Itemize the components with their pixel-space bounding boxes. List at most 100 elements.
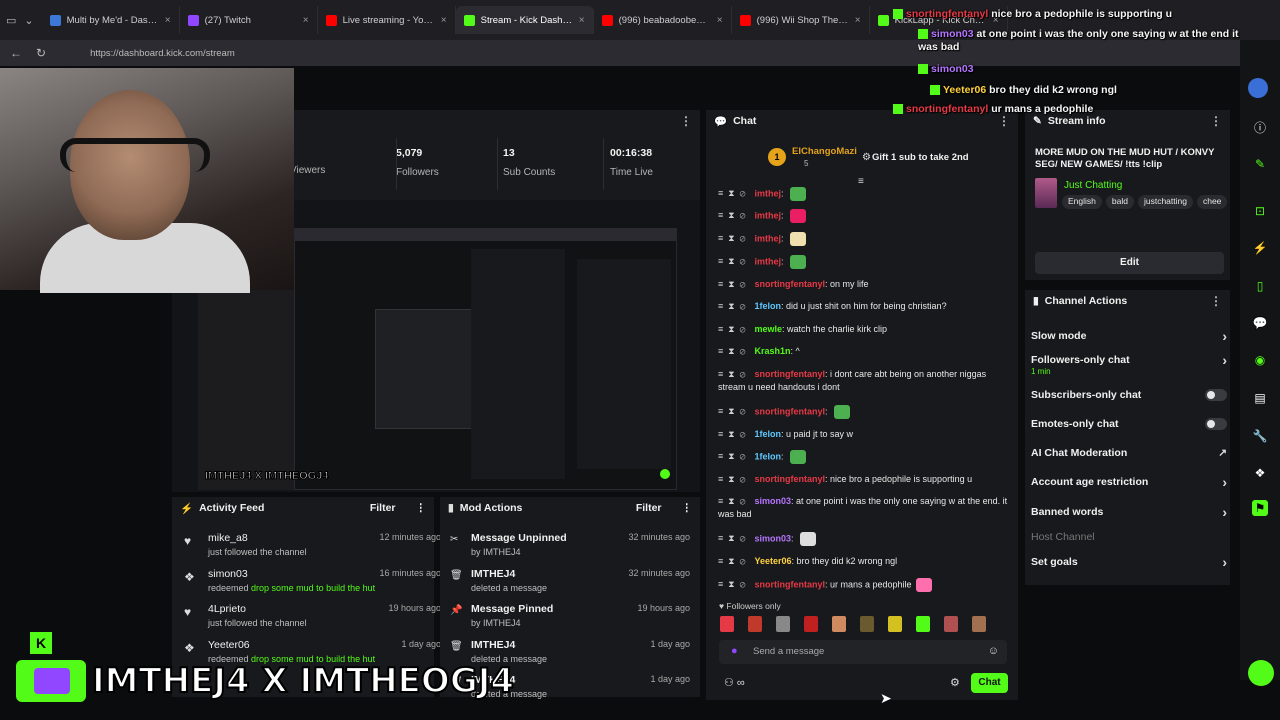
channel-action-item[interactable]: Emotes-only chat xyxy=(1031,418,1227,430)
chat-username[interactable]: snortingfentanyl xyxy=(754,579,825,589)
tab-close-icon[interactable]: × xyxy=(165,15,171,26)
emoji-icon[interactable]: ☺ xyxy=(988,645,999,657)
chat-username[interactable]: snortingfentanyl xyxy=(754,474,825,484)
chevron-right-icon[interactable]: › xyxy=(1222,554,1227,570)
channel-action-item[interactable]: Followers-only chat 1 min › xyxy=(1031,352,1227,376)
chat-message[interactable]: ≡⧗⊘ Krash1n: ^ xyxy=(718,345,1008,358)
mod-tools-icon[interactable]: ≡⧗⊘ xyxy=(718,579,750,589)
chat-message[interactable]: ≡⧗⊘ mewle: watch the charlie kirk clip xyxy=(718,323,1008,336)
chevron-right-icon[interactable]: › xyxy=(1222,352,1227,368)
mod-tools-icon[interactable]: ≡⧗⊘ xyxy=(718,406,750,416)
chat-message[interactable]: ≡⧗⊘ snortingfentanyl: ur mans a pedophile xyxy=(718,578,1008,592)
mod-tools-icon[interactable]: ≡⧗⊘ xyxy=(718,188,750,198)
stream-tag[interactable]: bald xyxy=(1105,195,1134,209)
channel-action-item[interactable]: Set goals › xyxy=(1031,554,1227,570)
chat-message[interactable]: ≡⧗⊘ imthej: xyxy=(718,209,1008,223)
mod-menu-icon[interactable]: ⋮ xyxy=(682,502,693,514)
account-avatar[interactable] xyxy=(1248,78,1268,98)
stats-menu-icon[interactable]: ⋮ xyxy=(680,114,692,128)
channel-action-item[interactable]: Slow mode › xyxy=(1031,328,1227,344)
activity-item[interactable]: ❖ simon03 redeemed drop some mud to build … xyxy=(184,568,441,593)
chat-message[interactable]: ≡⧗⊘ Yeeter06: bro they did k2 wrong ngl xyxy=(718,555,1008,568)
browser-tab[interactable]: Live streaming - YouTube St × xyxy=(318,6,456,34)
chat-username[interactable]: simon03 xyxy=(754,496,791,506)
follower-emote-icon[interactable] xyxy=(916,616,930,632)
chat-username[interactable]: imthej xyxy=(754,188,781,198)
chat-menu-icon[interactable]: ⋮ xyxy=(998,114,1010,128)
activity-item[interactable]: ♥ 4Lprieto just followed the channel 19 hou… xyxy=(184,603,441,628)
chat-username[interactable]: 1felon xyxy=(754,451,781,461)
reload-icon[interactable]: ↻ xyxy=(36,46,46,60)
follower-emote-icon[interactable] xyxy=(832,616,846,632)
mod-tools-icon[interactable]: ≡⧗⊘ xyxy=(718,233,750,243)
follower-emote-icon[interactable] xyxy=(776,616,790,632)
stream-tag[interactable]: chee xyxy=(1196,195,1227,209)
chat-message[interactable]: ≡⧗⊘ 1felon: did u just shit on him for be… xyxy=(718,300,1008,313)
channel-action-item[interactable]: Account age restriction › xyxy=(1031,474,1227,490)
browser-tab[interactable]: Multi by Me'd - Dashboard × xyxy=(42,6,180,34)
mod-tools-icon[interactable]: ≡⧗⊘ xyxy=(718,210,750,220)
category-thumbnail[interactable] xyxy=(1035,178,1057,208)
chat-username[interactable]: Yeeter06 xyxy=(754,556,791,566)
chat-message[interactable]: ≡⧗⊘ snortingfentanyl: nice bro a pedophil… xyxy=(718,473,1008,486)
stream-tag[interactable]: justchatting xyxy=(1137,195,1193,209)
follower-emote-icon[interactable] xyxy=(804,616,818,632)
tab-list-icon[interactable]: ⌄ xyxy=(24,14,33,27)
chat-input[interactable]: ● Send a message ☺ xyxy=(719,640,1007,664)
chat-message[interactable]: ≡⧗⊘ imthej: xyxy=(718,187,1008,201)
tab-close-icon[interactable]: × xyxy=(717,15,723,26)
chat-username[interactable]: mewle xyxy=(754,324,782,334)
chat-username[interactable]: imthej xyxy=(754,233,781,243)
chevron-right-icon[interactable]: › xyxy=(1222,504,1227,520)
channel-action-item[interactable]: Banned words › xyxy=(1031,504,1227,520)
category-name[interactable]: Just Chatting xyxy=(1064,180,1122,191)
chat-message[interactable]: ≡⧗⊘ snortingfentanyl: i dont care abt bei… xyxy=(718,368,1008,394)
microphone-icon[interactable]: ● xyxy=(731,645,738,657)
chat-send-button[interactable]: Chat xyxy=(971,673,1008,693)
stream-tag[interactable]: English xyxy=(1062,195,1102,209)
chat-username[interactable]: 1felon xyxy=(754,301,781,311)
chat-username[interactable]: snortingfentanyl xyxy=(754,406,825,416)
chat-username[interactable]: imthej xyxy=(754,210,781,220)
support-button[interactable] xyxy=(1248,660,1274,686)
document-icon[interactable]: ▯ xyxy=(1252,278,1268,294)
activity-item[interactable]: ♥ mike_a8 just followed the channel 12 minu… xyxy=(184,532,441,557)
mod-action-item[interactable]: 🗑 IMTHEJ4 deleted a message 32 minutes ago xyxy=(450,568,690,593)
mod-tools-icon[interactable]: ≡⧗⊘ xyxy=(718,256,750,266)
broadcast-icon[interactable]: ◉ xyxy=(1252,352,1268,368)
follower-emote-icon[interactable] xyxy=(860,616,874,632)
mod-tools-icon[interactable]: ≡⧗⊘ xyxy=(718,346,750,356)
activity-menu-icon[interactable]: ⋮ xyxy=(416,502,427,514)
back-icon[interactable]: ← xyxy=(10,46,22,60)
tab-close-icon[interactable]: × xyxy=(579,15,585,26)
browser-tab[interactable]: (996) Wii Shop Theme - Vin × xyxy=(732,6,870,34)
chat-message[interactable]: ≡⧗⊘ 1felon: u paid jt to say w xyxy=(718,428,1008,441)
chat-message[interactable]: ≡⧗⊘ simon03: xyxy=(718,532,1008,546)
activity-filter-button[interactable]: Filter xyxy=(370,502,396,514)
channel-action-item[interactable]: AI Chat Moderation ↗ xyxy=(1031,447,1227,459)
browser-tab[interactable]: (996) beabadoobee - the p × xyxy=(594,6,732,34)
collapse-icon[interactable]: ≡ xyxy=(858,176,864,187)
chat-username[interactable]: snortingfentanyl xyxy=(754,279,825,289)
chat-username[interactable]: snortingfentanyl xyxy=(754,369,825,379)
activity-username[interactable]: Yeeter06 xyxy=(208,639,429,651)
chat-message[interactable]: ≡⧗⊘ 1felon: xyxy=(718,450,1008,464)
tab-close-icon[interactable]: × xyxy=(303,15,309,26)
mod-tools-icon[interactable]: ≡⧗⊘ xyxy=(718,474,750,484)
follower-emote-icon[interactable] xyxy=(972,616,986,632)
channel-action-item[interactable]: Subscribers-only chat xyxy=(1031,389,1227,401)
mod-tools-icon[interactable]: ≡⧗⊘ xyxy=(718,556,750,566)
mod-tools-icon[interactable]: ≡⧗⊘ xyxy=(718,451,750,461)
mod-tools-icon[interactable]: ≡⧗⊘ xyxy=(718,429,750,439)
chat-tools-icon[interactable]: ⚇ ∞ xyxy=(724,676,745,689)
mod-action-item[interactable]: 📌 Message Pinned by IMTHEJ4 19 hours ago xyxy=(450,603,690,628)
follower-emote-icon[interactable] xyxy=(888,616,902,632)
chat-username[interactable]: Krash1n xyxy=(754,346,790,356)
chat-rail-icon[interactable]: 💬 xyxy=(1252,315,1268,331)
mod-filter-button[interactable]: Filter xyxy=(636,502,662,514)
channel-actions-menu-icon[interactable]: ⋮ xyxy=(1210,294,1222,308)
chat-message[interactable]: ≡⧗⊘ imthej: xyxy=(718,232,1008,246)
pencil-rail-icon[interactable]: ✎ xyxy=(1252,156,1268,172)
edit-button[interactable]: Edit xyxy=(1035,252,1224,274)
chat-message[interactable]: ≡⧗⊘ simon03: at one point i was the only … xyxy=(718,495,1008,521)
